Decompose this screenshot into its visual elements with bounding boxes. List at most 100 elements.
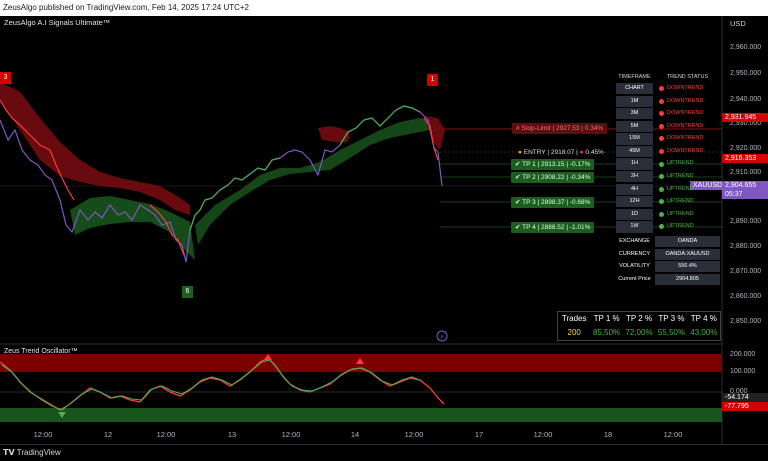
svg-text:⚡: ⚡	[440, 333, 445, 341]
trend-status-cell: DOWNTREND	[655, 96, 720, 107]
tradingview-logo-icon[interactable]: 𝗧𝗩	[0, 448, 15, 457]
tp4-label: ✔ TP 4 | 2888.52 | -1.01%	[511, 222, 595, 233]
trend-row: 4H UPTREND	[616, 183, 720, 195]
red-cloud-mid	[318, 126, 350, 142]
time-tick: 17	[474, 430, 484, 439]
time-tick: 18	[603, 430, 613, 439]
footer-brand[interactable]: TradingView	[17, 448, 61, 457]
time-tick: 12:00	[33, 430, 53, 439]
trend-timeframe: CHART	[616, 83, 653, 95]
stats-header: Trades	[561, 314, 587, 323]
trend-status: UPTREND	[667, 185, 694, 192]
trend-dot-icon	[659, 123, 664, 129]
trend-dot-icon	[659, 111, 664, 117]
entry-text: ENTRY | 2918.07 |	[523, 149, 578, 156]
trend-row: 1H UPTREND	[616, 158, 720, 170]
sell-signal-marker-top: 1	[427, 74, 438, 86]
trend-timeframe: 1H	[616, 158, 653, 170]
trend-status: DOWNTREND	[667, 85, 704, 91]
price-tag-red: 2,931.945	[722, 113, 768, 122]
trend-status-cell: DOWNTREND	[655, 83, 720, 94]
info-value: OANDA	[655, 236, 720, 248]
trend-dot-icon	[659, 136, 664, 142]
trend-timeframe: 2H	[616, 171, 653, 183]
entry-pct: 0.45%	[585, 149, 604, 156]
trend-status: DOWNTREND	[667, 97, 704, 104]
time-tick: 12	[103, 430, 113, 439]
trend-dot-icon	[659, 98, 664, 104]
stats-header: TP 4 %	[690, 314, 717, 323]
time-tick: 12:00	[533, 430, 553, 439]
price-tick: 2,850.000	[730, 318, 762, 325]
stats-header: TP 3 %	[658, 314, 685, 323]
stats-header: TP 1 %	[593, 314, 620, 323]
time-tick: 13	[227, 430, 237, 439]
red-cloud-left	[0, 82, 190, 215]
trend-status: UPTREND	[667, 198, 694, 205]
time-tick: 14	[350, 430, 360, 439]
trend-status: DOWNTREND	[667, 110, 704, 117]
last-price-tag: 2,904.655	[722, 181, 768, 190]
trend-status: UPTREND	[667, 223, 694, 230]
trend-row: 2H UPTREND	[616, 171, 720, 183]
trend-header-timeframe: TIMEFRAME	[618, 74, 651, 80]
trend-dot-icon	[659, 174, 664, 180]
tp3-label: ✔ TP 3 | 2898.37 | -0.68%	[511, 197, 595, 208]
trend-status: DOWNTREND	[667, 147, 704, 154]
trend-status-cell: DOWNTREND	[655, 133, 720, 144]
trend-timeframe: 1M	[616, 95, 653, 107]
price-tick: 2,940.000	[730, 96, 762, 103]
market-info-table: EXCHANGE OANDA CURRENCY OANDA:XAUUSD VOLAT…	[616, 236, 720, 286]
trend-header-status: TREND STATUS	[666, 74, 709, 80]
trend-timeframe: 12H	[616, 196, 653, 208]
publish-info: ZeusAlgo published on TradingView.com, F…	[3, 3, 250, 12]
price-tick: 2,870.000	[730, 268, 762, 275]
trend-row: 5M DOWNTREND	[616, 120, 720, 132]
price-tick: 2,920.000	[730, 145, 762, 152]
time-tick: 12:00	[281, 430, 301, 439]
price-tick: 2,960.000	[730, 44, 762, 51]
trend-status-cell: UPTREND	[655, 221, 720, 232]
info-value: 556.4%	[655, 261, 720, 273]
oscillator-title: Zeus Trend Oscillator™	[4, 348, 78, 355]
trend-status-cell: DOWNTREND	[655, 108, 720, 119]
footer-bar: 𝗧𝗩 TradingView	[0, 444, 768, 461]
trend-dot-icon	[659, 86, 664, 92]
price-line	[0, 105, 443, 263]
osc-tag-2: -77.795	[722, 402, 768, 411]
trend-dot-icon	[659, 161, 664, 167]
price-tick: 2,880.000	[730, 243, 762, 250]
entry-label: ● ENTRY | 2918.07 | ● 0.45%	[514, 147, 608, 158]
stats-tp3: 55,50%	[657, 328, 685, 337]
trend-status-cell: UPTREND	[655, 171, 720, 182]
trend-dot-icon	[659, 199, 664, 205]
trend-timeframe: 5M	[616, 120, 653, 132]
price-tick: 2,910.000	[730, 169, 762, 176]
time-tick: 12:00	[663, 430, 683, 439]
info-value: 2904.805	[655, 273, 720, 285]
trend-status: UPTREND	[667, 173, 694, 180]
sell-signal-marker: 3	[0, 72, 11, 84]
time-tick: 12:00	[404, 430, 424, 439]
trend-status-cell: UPTREND	[655, 209, 720, 220]
entry-dot-icon: ●	[518, 149, 522, 156]
trend-timeframe: 1D	[616, 208, 653, 220]
trend-status: UPTREND	[667, 210, 694, 217]
time-tick: 12:00	[156, 430, 176, 439]
green-cloud-right	[195, 118, 430, 245]
stats-trades: 200	[567, 328, 581, 337]
osc-tick: 100.000	[730, 368, 756, 375]
trend-dot-icon	[659, 186, 664, 192]
trend-dot-icon	[659, 211, 664, 217]
trend-status: DOWNTREND	[667, 122, 704, 129]
info-label: VOLATILITY	[619, 263, 650, 270]
currency-label[interactable]: USD	[730, 19, 746, 28]
trend-status: UPTREND	[667, 160, 694, 167]
entry-status-icon: ●	[579, 149, 584, 156]
trend-status: DOWNTREND	[667, 135, 704, 142]
info-label: EXCHANGE	[619, 238, 650, 244]
trend-status-cell: UPTREND	[655, 196, 720, 207]
trend-status-cell: DOWNTREND	[655, 146, 720, 157]
trend-row: CHART DOWNTREND	[616, 83, 720, 95]
osc-tick: 200.000	[730, 351, 756, 358]
